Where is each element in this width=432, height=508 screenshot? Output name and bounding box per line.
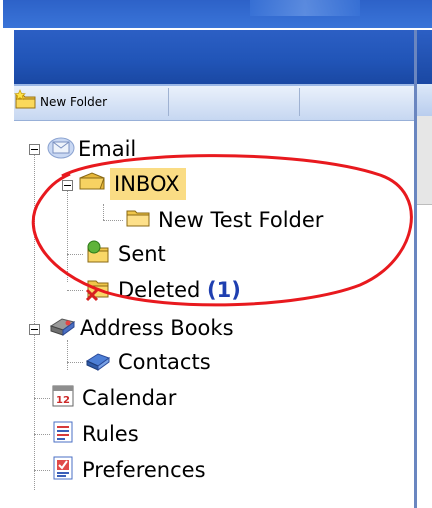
inbox-collapse-toggle[interactable]: [62, 180, 73, 191]
folder-tree: Email INBOX New Test Folder Sent Deleted…: [14, 126, 414, 508]
tree-item-email[interactable]: Email: [46, 133, 136, 165]
tree-label: New Test Folder: [158, 208, 324, 232]
tree-label: Calendar: [82, 386, 177, 410]
tree-item-new-test-folder[interactable]: New Test Folder: [124, 204, 323, 236]
email-collapse-toggle[interactable]: [29, 144, 40, 155]
deleted-icon: [84, 274, 112, 306]
folder-icon: [124, 206, 152, 234]
preferences-icon: [50, 455, 76, 485]
unread-count-badge: (1): [207, 278, 241, 302]
sent-icon: [84, 238, 112, 270]
new-folder-icon: [14, 89, 38, 115]
contacts-icon: [84, 348, 112, 376]
tree-label: Sent: [118, 242, 166, 266]
left-margin: [0, 28, 14, 508]
tree-label: Preferences: [82, 458, 206, 482]
tree-item-contacts[interactable]: Contacts: [84, 346, 211, 378]
window-title-strip: [0, 0, 432, 28]
tree-label: Email: [78, 137, 137, 161]
rules-icon: [50, 419, 76, 449]
splitter[interactable]: [414, 30, 417, 508]
new-folder-label: New Folder: [40, 95, 108, 109]
tree-label: Rules: [82, 422, 139, 446]
tree-label: Address Books: [80, 316, 234, 340]
tree-item-calendar[interactable]: 12 Calendar: [50, 382, 176, 414]
new-folder-button[interactable]: New Folder: [14, 88, 169, 116]
svg-text:12: 12: [56, 395, 70, 406]
address-books-collapse-toggle[interactable]: [29, 324, 40, 335]
tree-item-sent[interactable]: Sent: [84, 238, 166, 270]
inbox-folder-icon: [78, 170, 106, 198]
tree-item-address-books[interactable]: Address Books: [48, 312, 234, 344]
email-icon: [46, 134, 76, 164]
tree-item-inbox[interactable]: INBOX: [78, 168, 186, 200]
tree-label: INBOX: [110, 168, 186, 200]
deleted-label: Deleted: [118, 278, 201, 302]
tree-item-rules[interactable]: Rules: [50, 418, 139, 450]
panel-header: [14, 30, 414, 86]
tree-label: Deleted (1): [118, 274, 241, 306]
tree-label: Contacts: [118, 350, 211, 374]
tree-item-deleted[interactable]: Deleted (1): [84, 274, 241, 306]
calendar-icon: 12: [50, 383, 76, 413]
folder-toolbar: New Folder: [14, 86, 414, 121]
address-book-icon: [48, 314, 76, 342]
tree-item-preferences[interactable]: Preferences: [50, 454, 206, 486]
